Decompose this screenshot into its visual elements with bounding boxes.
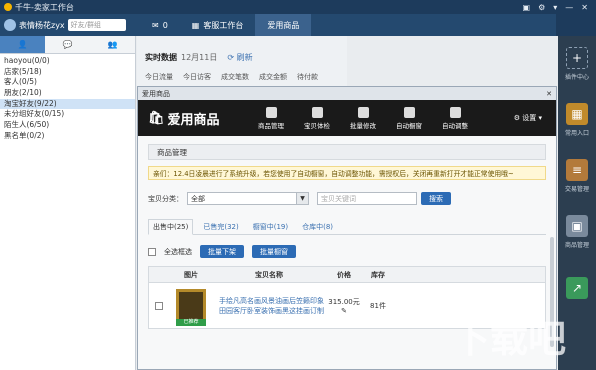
sidebar-tabs: 👤 💬 👥 [0,36,135,54]
select-all-checkbox[interactable] [148,247,156,256]
table-header: 图片 宝贝名称 价格 库存 [149,267,545,283]
realtime-panel: 实时数据 12月11日 ⟳ 刷新 今日流量 今日访客 成交笔数 成交金额 待付款 [137,36,347,86]
tab-groups[interactable]: 👥 [90,36,135,53]
realtime-columns: 今日流量 今日访客 成交笔数 成交金额 待付款 [137,63,347,82]
group-item[interactable]: 陌生人(6/50) [0,120,135,131]
metric-label: 成交金额 [259,73,287,81]
watermark-logo: 下载吧 [452,317,567,361]
search-button[interactable]: 搜索 [421,192,451,205]
close-icon[interactable]: ✕ [581,3,588,12]
group-item[interactable]: 店家(5/18) [0,67,135,78]
group-item[interactable]: 客人(0/5) [0,77,135,88]
up-circle-icon [449,106,461,118]
metric-label: 成交笔数 [221,73,249,81]
chevron-down-icon: ▼ [296,193,308,204]
nav-auto-adjust[interactable]: 自动调整 [432,106,478,130]
trade-icon: ≡ [566,159,588,181]
product-name-link[interactable]: 手绘凡高名画风景油画后笠籁印象田园客厅卧室装饰画黑这挂画订制 [213,296,325,316]
batch-window-button[interactable]: 批量橱窗 [252,245,296,258]
tab-in-warehouse[interactable]: 仓库中(8) [298,219,337,234]
group-item[interactable]: 未分组好友(0/15) [0,109,135,120]
tab-aiyong-goods[interactable]: 爱用商品 [255,14,312,36]
metric-label: 待付款 [297,73,318,81]
nav-goods-management[interactable]: 商品管理 [248,106,294,130]
group-item[interactable]: 朋友(2/10) [0,88,135,99]
window-controls: ▣ ⚙ ▾ — ✕ [523,3,596,12]
calc-icon [403,106,415,118]
settings-menu[interactable]: ⚙ 设置 ▾ [514,113,556,123]
doc-icon [357,106,369,118]
top-tab-bar: 表情杨花zyx 好友/群组 ✉ 0 ▦ 客服工作台 爱用商品 [0,14,596,36]
goods-icon: ▣ [566,215,588,237]
metric-label: 今日访客 [183,73,211,81]
realtime-title: 实时数据 [145,53,177,62]
tab-in-window[interactable]: 橱窗中(19) [249,219,292,234]
metric-label: 今日流量 [145,73,173,81]
mail-icon: ✉ [152,20,159,30]
app-logo-icon [4,3,12,11]
group-item[interactable]: 黑名单(0/2) [0,131,135,142]
category-select[interactable]: 全部 ▼ [187,192,309,205]
contacts-sidebar: 👤 💬 👥 haoyou(0/0) 店家(5/18) 客人(0/5) 朋友(2/… [0,36,136,370]
grid-icon: ▦ [566,103,588,125]
product-thumbnail[interactable]: 已推荐 [176,288,206,326]
nav-auto-window[interactable]: 自动橱窗 [386,106,432,130]
category-label: 宝贝分类： [148,194,183,203]
home-icon [265,106,277,118]
kit-icon [311,106,323,118]
avatar[interactable] [4,19,16,31]
plus-icon: + [566,47,588,69]
skin-icon[interactable]: ▣ [523,3,531,12]
section-title: 商品管理 [148,144,546,160]
realtime-date: 12月11日 [181,53,218,62]
menu-icon[interactable]: ▾ [553,3,557,12]
service-icon: ▦ [191,20,200,30]
edit-pencil-icon: ✎ [341,306,347,315]
rightbar-header [556,14,596,36]
title-bar: 千牛-卖家工作台 ▣ ⚙ ▾ — ✕ [0,0,596,14]
trade-management[interactable]: ≡ 交易管理 [558,148,596,204]
keyword-input[interactable]: 宝贝关键词 [317,192,417,205]
goods-logo: 🛍 爱用商品 [148,110,220,128]
group-item[interactable]: haoyou(0/0) [0,56,135,67]
user-name[interactable]: 表情杨花zyx [19,20,65,31]
user-area: 表情杨花zyx 好友/群组 [0,19,140,31]
tab-messages[interactable]: ✉ 0 [140,14,180,36]
product-price[interactable]: 315.00元 ✎ [325,297,363,315]
tab-service-workbench[interactable]: ▦ 客服工作台 [180,14,256,36]
bag-icon: 🛍 [148,110,165,126]
filter-row: 宝贝分类： 全部 ▼ 宝贝关键词 搜索 [148,192,546,205]
group-item-selected[interactable]: 淘宝好友(9/22) [0,98,135,110]
row-checkbox[interactable] [155,301,163,310]
close-icon[interactable]: ✕ [546,90,556,98]
select-all-label: 全选框选 [164,247,192,256]
tab-contacts[interactable]: 👤 [0,36,45,53]
contact-groups: haoyou(0/0) 店家(5/18) 客人(0/5) 朋友(2/10) 淘宝… [0,54,135,142]
settings-icon[interactable]: ⚙ [538,3,545,12]
nav-batch-edit[interactable]: 批量修改 [340,106,386,130]
window-titlebar: 爱用商品 ✕ [138,87,556,100]
product-stock: 81件 [370,301,386,310]
goods-management[interactable]: ▣ 商品管理 [558,204,596,260]
status-tabs: 出售中(25) 已售完(32) 橱窗中(19) 仓库中(8) [148,219,546,235]
system-notice: 亲们：12.4日凌晨进行了系统升级，若您使用了自动橱窗，自动调整功能，需授权后，… [148,166,546,180]
nav-item-check[interactable]: 宝贝体检 [294,106,340,130]
contact-search-input[interactable]: 好友/群组 [67,19,126,31]
batch-delist-button[interactable]: 批量下架 [200,245,244,258]
goods-app-header: 🛍 爱用商品 商品管理 宝贝体检 批量修改 自动橱窗 自动调整 ⚙ 设置 ▾ [138,100,556,136]
tab-on-sale[interactable]: 出售中(25) [148,219,194,235]
common-entry[interactable]: ▦ 常用入口 [558,92,596,148]
plugin-center[interactable]: + 插件中心 [558,36,596,92]
tab-recent-chats[interactable]: 💬 [45,36,90,53]
refresh-button[interactable]: ⟳ 刷新 [227,52,252,63]
app-title: 千牛-卖家工作台 [15,2,74,12]
tab-sold-out[interactable]: 已售完(32) [199,219,242,234]
minimize-icon[interactable]: — [565,3,573,12]
batch-actions: 全选框选 批量下架 批量橱窗 [148,245,546,258]
chart-icon: ↗ [566,277,588,299]
recommended-badge: 已推荐 [176,318,206,326]
